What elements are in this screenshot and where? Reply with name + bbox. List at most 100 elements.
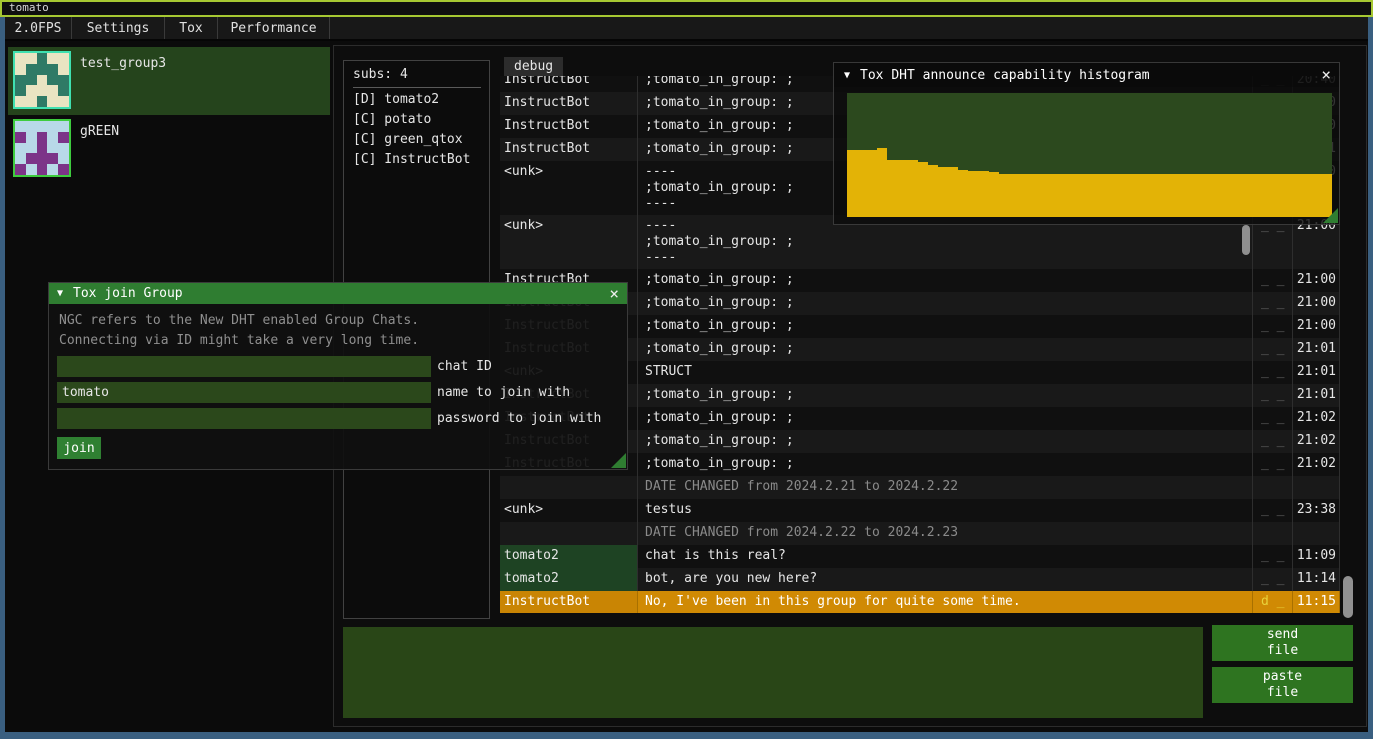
- message-timestamp: 21:01: [1293, 384, 1340, 407]
- join-button[interactable]: join: [57, 437, 101, 459]
- histogram-bar: [928, 165, 938, 217]
- info-line: Connecting via ID might take a very long…: [59, 331, 627, 351]
- group-name: test_group3: [80, 56, 166, 71]
- resize-grip-icon[interactable]: [1323, 208, 1338, 223]
- histogram-bar: [1049, 174, 1059, 217]
- window-border-left: [0, 17, 5, 732]
- message-row[interactable]: <unk>testus_ _23:38: [500, 499, 1340, 522]
- message-flags: [1253, 522, 1293, 545]
- collapse-icon[interactable]: ▼: [57, 288, 63, 299]
- histogram-bar: [898, 160, 908, 217]
- message-row[interactable]: tomato2bot, are you new here?_ _11:14: [500, 568, 1340, 591]
- date-separator-row[interactable]: DATE CHANGED from 2024.2.21 to 2024.2.22: [500, 476, 1340, 499]
- chat-id-label: chat ID: [437, 359, 492, 374]
- group-item-test_group3[interactable]: test_group3: [8, 47, 330, 115]
- message-timestamp: 11:15: [1293, 591, 1340, 613]
- join-group-titlebar[interactable]: ▼ Tox join Group ×: [49, 283, 627, 304]
- message-timestamp: 21:02: [1293, 407, 1340, 430]
- menu-item-2-0fps[interactable]: 2.0FPS: [5, 17, 72, 39]
- histogram-bar: [1069, 174, 1079, 217]
- group-name: gREEN: [80, 124, 119, 139]
- paste-file-button[interactable]: paste file: [1212, 667, 1353, 703]
- histogram-bar: [1251, 174, 1261, 217]
- message-flags: _ _: [1253, 499, 1293, 522]
- message-timestamp: 21:00: [1293, 315, 1340, 338]
- dht-histogram-window: ▼ Tox DHT announce capability histogram …: [833, 62, 1340, 225]
- join-group-info-text: NGC refers to the New DHT enabled Group …: [49, 304, 627, 351]
- chat-scrollbar-thumb[interactable]: [1343, 576, 1353, 618]
- message-timestamp: 21:00: [1293, 269, 1340, 292]
- member-item[interactable]: [C] InstructBot: [344, 150, 489, 170]
- message-text: chat is this real?: [638, 545, 1253, 568]
- window-titlebar[interactable]: tomato: [0, 0, 1373, 17]
- message-timestamp: 23:38: [1293, 499, 1340, 522]
- date-separator-row[interactable]: DATE CHANGED from 2024.2.22 to 2024.2.23: [500, 522, 1340, 545]
- message-flags: _ _: [1253, 315, 1293, 338]
- message-text: DATE CHANGED from 2024.2.21 to 2024.2.22: [638, 476, 1253, 499]
- message-author: [500, 476, 638, 499]
- message-author: <unk>: [500, 161, 638, 215]
- group-avatar: [13, 51, 71, 109]
- histogram-bar: [1211, 174, 1221, 217]
- collapse-icon[interactable]: ▼: [844, 70, 850, 81]
- close-icon[interactable]: ×: [609, 286, 619, 302]
- message-flags: _ _: [1253, 269, 1293, 292]
- message-author: tomato2: [500, 568, 638, 591]
- message-timestamp: 21:02: [1293, 430, 1340, 453]
- histogram-bar: [1110, 174, 1120, 217]
- histogram-bar: [1201, 174, 1211, 217]
- histogram-bar: [857, 150, 867, 217]
- send-file-button[interactable]: send file: [1212, 625, 1353, 661]
- message-mini-scrollbar[interactable]: [1242, 225, 1250, 255]
- close-icon[interactable]: ×: [1321, 67, 1331, 83]
- message-timestamp: 21:01: [1293, 361, 1340, 384]
- histogram-bar: [1120, 174, 1130, 217]
- tab-debug[interactable]: debug: [504, 57, 563, 76]
- member-item[interactable]: [C] green_qtox: [344, 130, 489, 150]
- resize-grip-icon[interactable]: [611, 453, 626, 468]
- member-item[interactable]: [C] potato: [344, 110, 489, 130]
- histogram-bar: [1080, 174, 1090, 217]
- histogram-bar: [1261, 174, 1271, 217]
- histogram-bar: [1272, 174, 1282, 217]
- member-item[interactable]: [D] tomato2: [344, 90, 489, 110]
- histogram-bar: [1039, 174, 1049, 217]
- message-author: InstructBot: [500, 115, 638, 138]
- histogram-bar: [877, 148, 887, 217]
- message-row[interactable]: tomato2chat is this real?_ _11:09: [500, 545, 1340, 568]
- message-input[interactable]: [343, 627, 1203, 718]
- message-timestamp: 11:09: [1293, 545, 1340, 568]
- member-list: [D] tomato2[C] potato[C] green_qtox[C] I…: [344, 90, 489, 170]
- menu-item-settings[interactable]: Settings: [72, 17, 165, 39]
- app-window: tomato 2.0FPSSettingsToxPerformance test…: [0, 0, 1373, 739]
- message-row[interactable]: InstructBotNo, I've been in this group f…: [500, 591, 1340, 613]
- join-password-input[interactable]: [57, 408, 431, 429]
- message-timestamp: 21:02: [1293, 453, 1340, 476]
- histogram-bar: [847, 150, 857, 217]
- message-author: <unk>: [500, 499, 638, 522]
- menu-item-performance[interactable]: Performance: [218, 17, 330, 39]
- histogram-bar: [1181, 174, 1191, 217]
- join-name-input[interactable]: [57, 382, 431, 403]
- histogram-bar: [1231, 174, 1241, 217]
- histogram-bar: [1282, 174, 1292, 217]
- histogram-bar: [968, 171, 978, 217]
- histogram-bar: [1009, 174, 1019, 217]
- message-text: testus: [638, 499, 1253, 522]
- group-item-gREEN[interactable]: gREEN: [8, 115, 330, 173]
- message-text: ;tomato_in_group: ;: [638, 430, 1253, 453]
- window-border-bottom: [0, 732, 1373, 739]
- dht-histogram-titlebar[interactable]: ▼ Tox DHT announce capability histogram …: [834, 63, 1339, 87]
- histogram-bar: [958, 170, 968, 217]
- message-author: InstructBot: [500, 138, 638, 161]
- info-line: NGC refers to the New DHT enabled Group …: [59, 311, 627, 331]
- menu-item-tox[interactable]: Tox: [165, 17, 218, 39]
- message-text: STRUCT: [638, 361, 1253, 384]
- histogram-bar: [1312, 174, 1322, 217]
- message-author: <unk>: [500, 215, 638, 269]
- window-title: tomato: [9, 1, 49, 14]
- histogram-bar: [1059, 174, 1069, 217]
- message-text: bot, are you new here?: [638, 568, 1253, 591]
- message-text: ;tomato_in_group: ;: [638, 384, 1253, 407]
- chat-id-input[interactable]: [57, 356, 431, 377]
